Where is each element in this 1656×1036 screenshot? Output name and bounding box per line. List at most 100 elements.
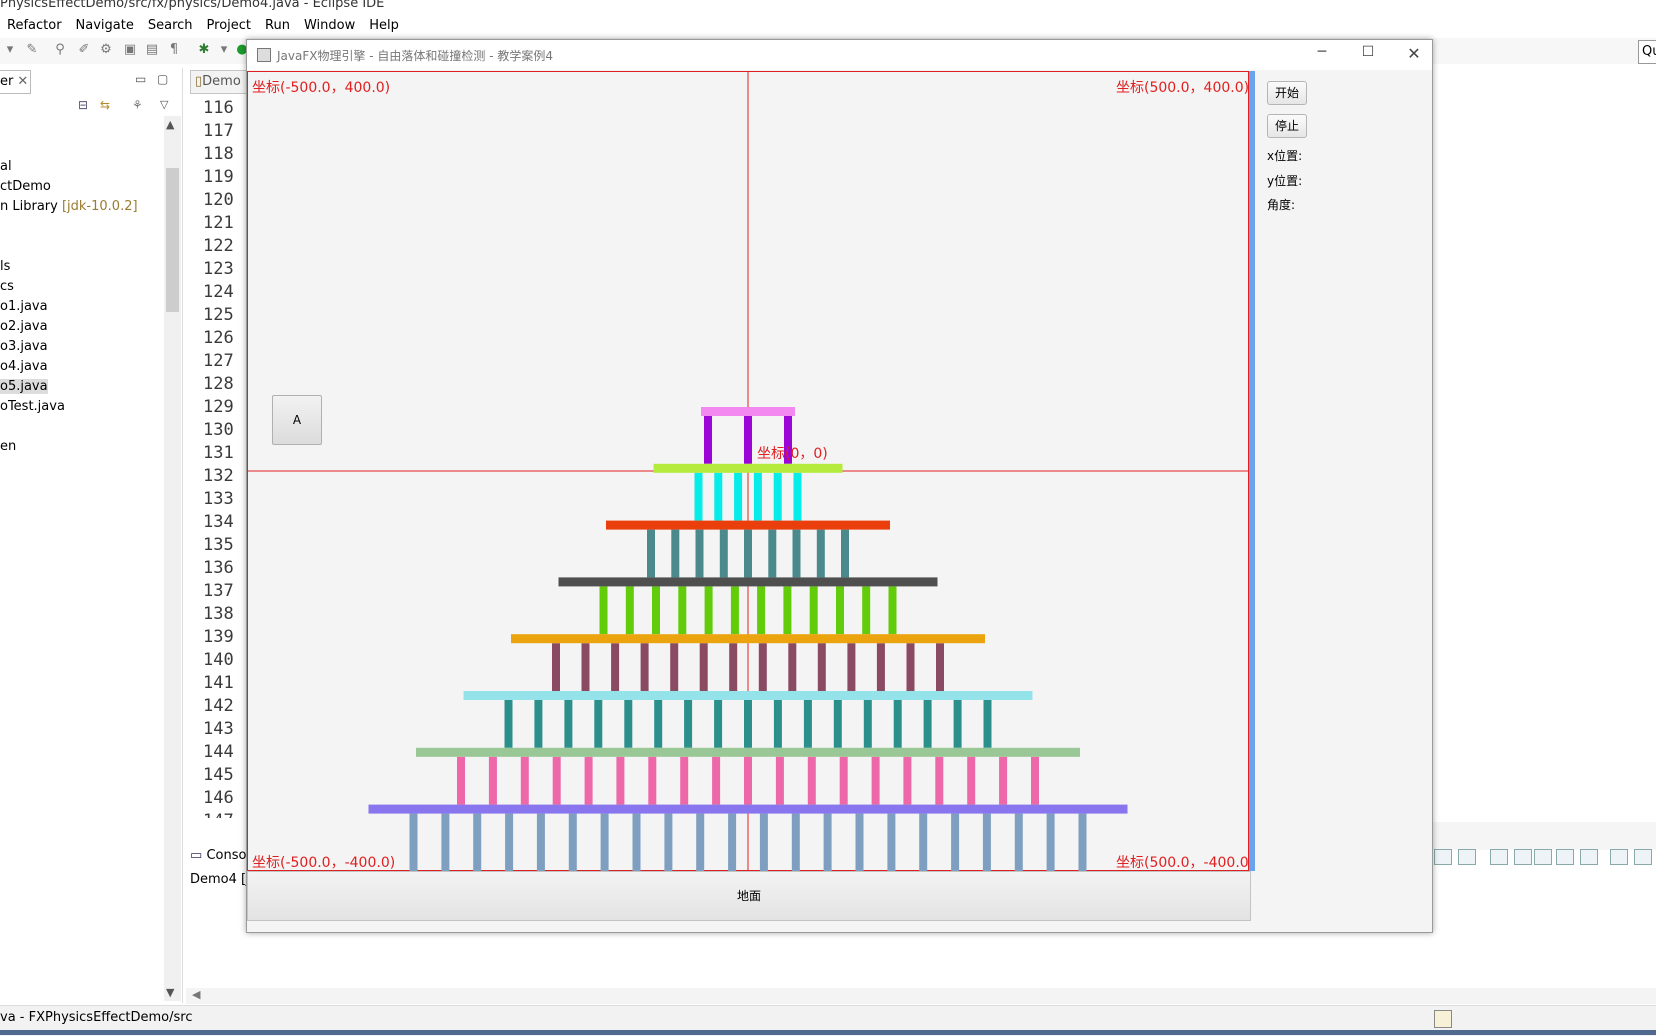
scroll-down-icon[interactable]: ▼: [166, 986, 174, 999]
pyramid-post: [906, 643, 915, 691]
tree-item-jre[interactable]: n Library [jdk-10.0.2]: [0, 199, 138, 214]
filter-icon[interactable]: ⚘: [132, 98, 143, 112]
line-number: 121: [203, 213, 234, 233]
menu-window[interactable]: Window: [297, 18, 362, 33]
marker-icon[interactable]: ✐: [76, 42, 92, 58]
menu-navigate[interactable]: Navigate: [69, 18, 141, 33]
pyramid-post: [816, 529, 825, 578]
pyramid-post: [783, 586, 792, 635]
dropdown-icon[interactable]: ▾: [2, 42, 18, 58]
editor-tab[interactable]: ▯Demo: [190, 70, 252, 94]
panel-divider[interactable]: [1249, 71, 1255, 871]
maximize-icon[interactable]: ▢: [157, 72, 168, 86]
pyramid-platform: [368, 804, 1128, 814]
tree-item-selected[interactable]: o5.java: [0, 379, 48, 394]
word-wrap-icon[interactable]: [1534, 849, 1552, 865]
line-number: 146: [203, 788, 234, 808]
tree-item[interactable]: al: [0, 159, 12, 174]
pyramid-post: [520, 756, 529, 805]
console-tab[interactable]: ▭ Conso: [190, 845, 250, 867]
clear-console-icon[interactable]: [1490, 849, 1508, 865]
page-icon[interactable]: ▤: [144, 42, 160, 58]
copy-icon[interactable]: ▣: [122, 42, 138, 58]
javafx-titlebar[interactable]: JavaFX物理引擎 - 自由落体和碰撞检测 - 教学案例4 ─ ☐ ✕: [247, 40, 1432, 70]
chevron-down-icon[interactable]: ▾: [216, 42, 232, 58]
tree-item[interactable]: oTest.java: [0, 399, 65, 414]
close-icon[interactable]: ✕: [17, 74, 28, 89]
maximize-window-icon[interactable]: ☐: [1357, 44, 1379, 66]
pyramid-post: [505, 813, 514, 871]
menu-refactor[interactable]: Refactor: [0, 18, 69, 33]
terminate-icon[interactable]: [1434, 849, 1452, 865]
close-window-icon[interactable]: ✕: [1403, 44, 1425, 66]
console-horizontal-scrollbar[interactable]: ◀: [186, 988, 1656, 1004]
minimize-icon[interactable]: [1634, 849, 1652, 865]
pyramid-post: [504, 700, 513, 748]
tree-item[interactable]: o3.java: [0, 339, 48, 354]
pyramid-post: [671, 529, 680, 578]
pyramid-post: [999, 756, 1008, 805]
pin-console-icon[interactable]: [1556, 849, 1574, 865]
line-number: 137: [203, 581, 234, 601]
tree-item[interactable]: o4.java: [0, 359, 48, 374]
line-number: 128: [203, 374, 234, 394]
draggable-block-a[interactable]: A: [272, 395, 322, 445]
menu-project[interactable]: Project: [200, 18, 258, 33]
menu-run[interactable]: Run: [258, 18, 297, 33]
menu-search[interactable]: Search: [141, 18, 200, 33]
pyramid-post: [887, 813, 896, 871]
pyramid-post: [564, 700, 573, 748]
pyramid-post: [652, 586, 660, 635]
pyramid-post: [714, 700, 723, 748]
ground-button[interactable]: 地面: [247, 871, 1251, 921]
pyramid-post: [684, 700, 693, 748]
paragraph-icon[interactable]: ¶: [166, 42, 182, 58]
connection-icon[interactable]: ⚙: [98, 42, 114, 58]
link-editor-icon[interactable]: ⇆: [100, 98, 110, 112]
debug-icon[interactable]: ✱: [196, 42, 212, 58]
pyramid-post: [719, 529, 728, 578]
tree-item[interactable]: en: [0, 439, 16, 454]
pyramid-post: [982, 813, 991, 871]
open-console-icon[interactable]: [1610, 849, 1628, 865]
pyramid-post: [728, 813, 737, 871]
pyramid-post: [1031, 756, 1039, 805]
display-console-icon[interactable]: [1580, 849, 1598, 865]
tree-item[interactable]: o2.java: [0, 319, 48, 334]
tree-item[interactable]: ls: [0, 259, 10, 274]
start-button[interactable]: 开始: [1267, 81, 1307, 105]
tree-item[interactable]: ctDemo: [0, 179, 51, 194]
pyramid-post: [836, 586, 844, 635]
line-number: 134: [203, 512, 234, 532]
collapse-all-icon[interactable]: ⊟: [78, 98, 88, 112]
line-number: 116: [203, 98, 234, 118]
tree-item[interactable]: o1.java: [0, 299, 48, 314]
pyramid-platform: [416, 747, 1080, 757]
pyramid-post: [632, 813, 641, 871]
view-menu-icon[interactable]: ▽: [160, 98, 168, 111]
pyramid-post: [936, 643, 944, 691]
quick-access-field[interactable]: Qu: [1638, 40, 1656, 64]
scroll-left-icon[interactable]: ◀: [192, 988, 200, 1001]
pyramid-post: [409, 813, 418, 871]
pin-icon[interactable]: ✎: [24, 42, 40, 58]
link-icon[interactable]: ⚲: [52, 42, 68, 58]
console-tab-label: Conso: [206, 848, 247, 863]
minimize-window-icon[interactable]: ─: [1311, 44, 1333, 66]
pyramid-post: [744, 700, 752, 748]
scroll-up-icon[interactable]: ▲: [166, 118, 174, 131]
pyramid-post: [792, 529, 801, 578]
pyramid-post: [600, 813, 609, 871]
pyramid-post: [712, 756, 721, 805]
stop-button[interactable]: 停止: [1267, 114, 1307, 138]
remove-launch-icon[interactable]: [1458, 849, 1476, 865]
scrollbar-thumb[interactable]: [166, 168, 179, 312]
pyramid-post: [552, 756, 561, 805]
status-task-icon[interactable]: [1434, 1010, 1452, 1028]
pyramid-post: [791, 813, 800, 871]
tree-item[interactable]: cs: [0, 279, 14, 294]
scroll-lock-icon[interactable]: [1514, 849, 1532, 865]
package-explorer-tab[interactable]: er ✕: [0, 70, 31, 94]
menu-help[interactable]: Help: [362, 18, 406, 33]
minimize-icon[interactable]: ▭: [135, 72, 146, 86]
